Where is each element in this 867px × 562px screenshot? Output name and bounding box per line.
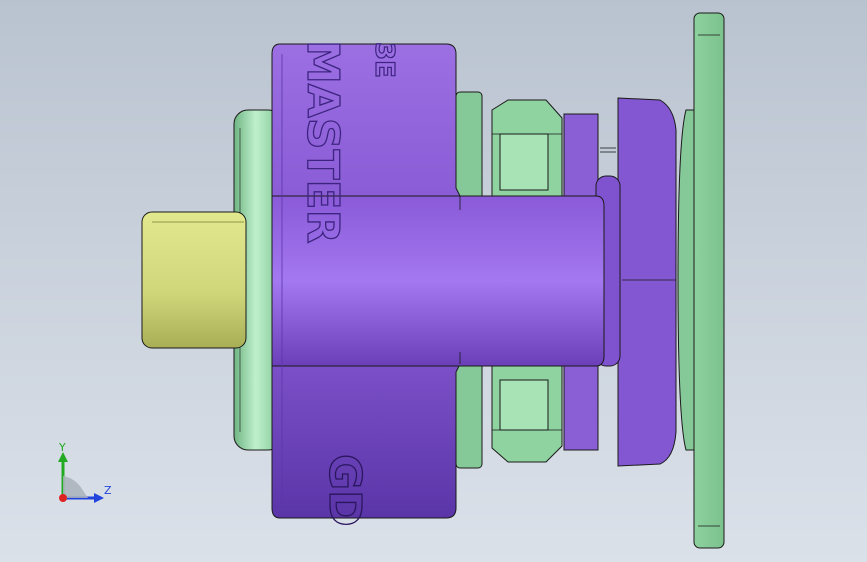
engraving-gd: GD	[319, 454, 370, 527]
contact-pin	[141, 211, 247, 349]
view-orientation-triad-icon[interactable]: Y Z	[48, 440, 118, 510]
x-axis-origin-icon	[59, 494, 67, 502]
triad-plane-icon	[63, 476, 88, 498]
z-axis-label: Z	[104, 484, 112, 497]
y-axis-label: Y	[58, 441, 66, 454]
engraving-fragment: 3E	[369, 42, 399, 78]
cad-model-view[interactable]: MASTER 3E GD	[0, 0, 867, 562]
mounting-flange	[677, 12, 725, 549]
cad-viewport[interactable]: MASTER 3E GD Y Z	[0, 0, 867, 562]
engraving-master: MASTER	[297, 40, 348, 243]
z-axis-arrowhead-icon	[94, 493, 104, 503]
